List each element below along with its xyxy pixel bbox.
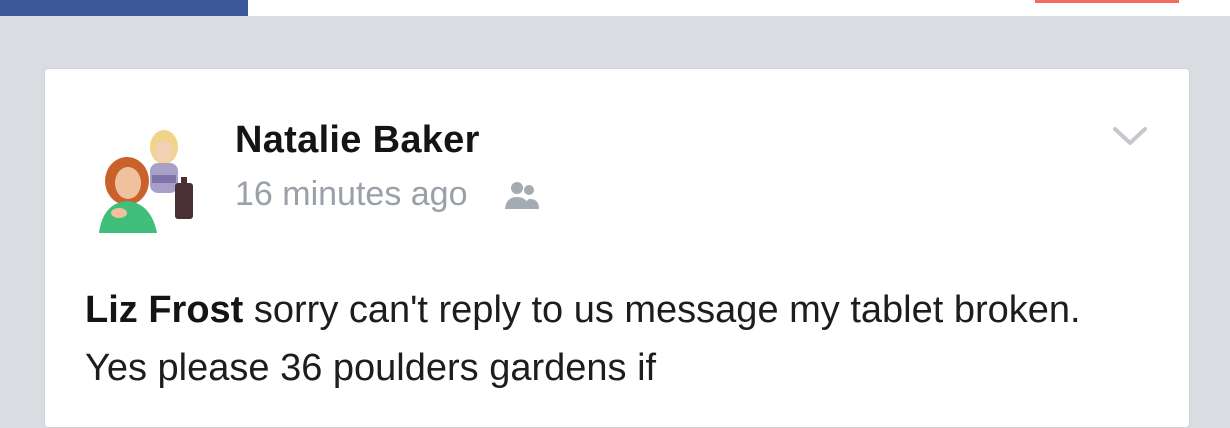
friends-audience-icon[interactable] xyxy=(502,178,542,212)
avatar-image xyxy=(89,117,205,233)
author-name[interactable]: Natalie Baker xyxy=(235,119,480,162)
author-avatar[interactable] xyxy=(89,117,205,233)
post-body: Liz Frost sorry can't reply to us messag… xyxy=(85,281,1145,397)
nav-bar-accent-segment xyxy=(1035,0,1179,3)
chevron-down-icon[interactable] xyxy=(1111,121,1149,151)
mention-link[interactable]: Liz Frost xyxy=(85,289,243,331)
top-navigation-bar xyxy=(0,0,1230,16)
post-card: Natalie Baker 16 minutes ago Liz Frost s… xyxy=(44,68,1190,428)
post-meta: 16 minutes ago xyxy=(235,175,542,214)
post-timestamp[interactable]: 16 minutes ago xyxy=(235,175,468,214)
nav-bar-brand-segment xyxy=(0,0,248,16)
